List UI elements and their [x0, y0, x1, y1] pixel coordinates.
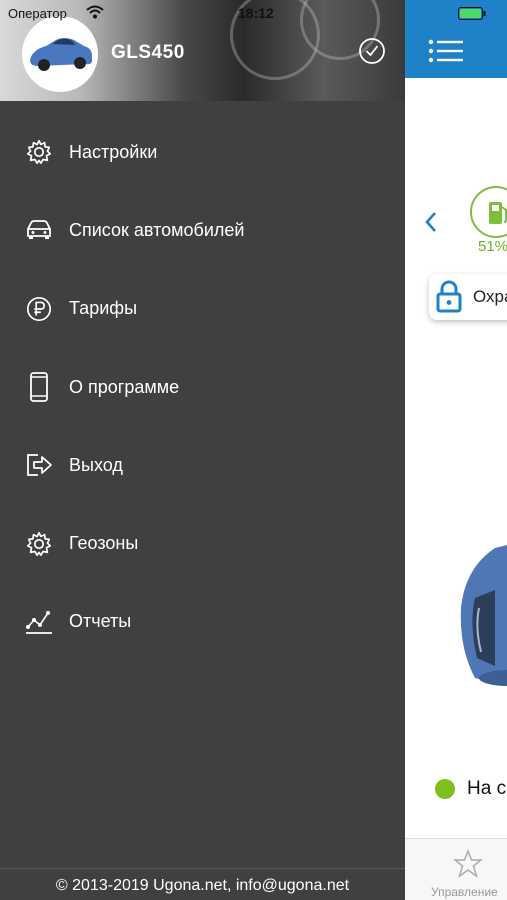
tab-control-label[interactable]: Управление	[431, 885, 498, 899]
check-circle-icon[interactable]	[358, 37, 386, 65]
exit-icon	[24, 450, 54, 480]
phone-icon	[24, 372, 54, 402]
menu-item-car-list[interactable]: Список автомобилей	[0, 191, 405, 269]
gear-icon	[24, 529, 54, 559]
copyright-text: © 2013-2019 Ugona.net, info@ugona.net	[55, 877, 350, 894]
status-indicator	[435, 779, 455, 799]
menu-label: О программе	[69, 376, 180, 397]
tab-bar: Управление	[405, 838, 507, 900]
menu-list-icon[interactable]	[427, 36, 465, 66]
avatar[interactable]	[22, 16, 98, 92]
fuel-gauge	[470, 186, 507, 238]
side-drawer: GLS450 Настройки Список автомобилей Тари…	[0, 0, 405, 900]
carrier-name: Оператор	[8, 6, 67, 21]
car-image	[460, 545, 507, 686]
drawer-footer: © 2013-2019 Ugona.net, info@ugona.net	[0, 868, 405, 900]
status-bar: Оператор 18:12	[0, 0, 507, 26]
status-label: На с	[467, 778, 507, 799]
car-thumbnail-icon	[30, 38, 92, 71]
menu-label: Список автомобилей	[69, 219, 245, 240]
drawer-menu: Настройки Список автомобилей Тарифы О пр…	[0, 113, 405, 661]
menu-label: Настройки	[69, 141, 158, 162]
guard-label: Охра	[473, 287, 507, 306]
clock: 18:12	[238, 5, 274, 21]
menu-item-geozones[interactable]: Геозоны	[0, 504, 405, 582]
menu-label: Выход	[69, 454, 123, 475]
menu-label: Отчеты	[69, 611, 132, 632]
gear-icon	[24, 137, 54, 167]
car-icon	[24, 215, 54, 245]
main-panel: 51% Охра На с Управление	[405, 0, 507, 900]
chevron-left-icon[interactable]	[423, 210, 439, 234]
guard-button[interactable]: Охра	[429, 274, 507, 320]
menu-item-reports[interactable]: Отчеты	[0, 583, 405, 661]
fuel-pump-icon	[489, 202, 507, 224]
lock-icon	[436, 280, 462, 313]
menu-label: Геозоны	[69, 533, 139, 554]
chart-icon	[24, 607, 54, 637]
car-name: GLS450	[111, 42, 185, 63]
ruble-icon	[24, 294, 54, 324]
menu-item-settings[interactable]: Настройки	[0, 113, 405, 191]
menu-item-about[interactable]: О программе	[0, 348, 405, 426]
menu-label: Тарифы	[69, 298, 138, 319]
menu-item-exit[interactable]: Выход	[0, 426, 405, 504]
star-icon[interactable]	[453, 849, 483, 879]
fuel-percent: 51%	[478, 238, 507, 255]
menu-item-tariffs[interactable]: Тарифы	[0, 270, 405, 348]
wifi-icon	[86, 5, 104, 19]
battery-icon	[458, 7, 486, 20]
